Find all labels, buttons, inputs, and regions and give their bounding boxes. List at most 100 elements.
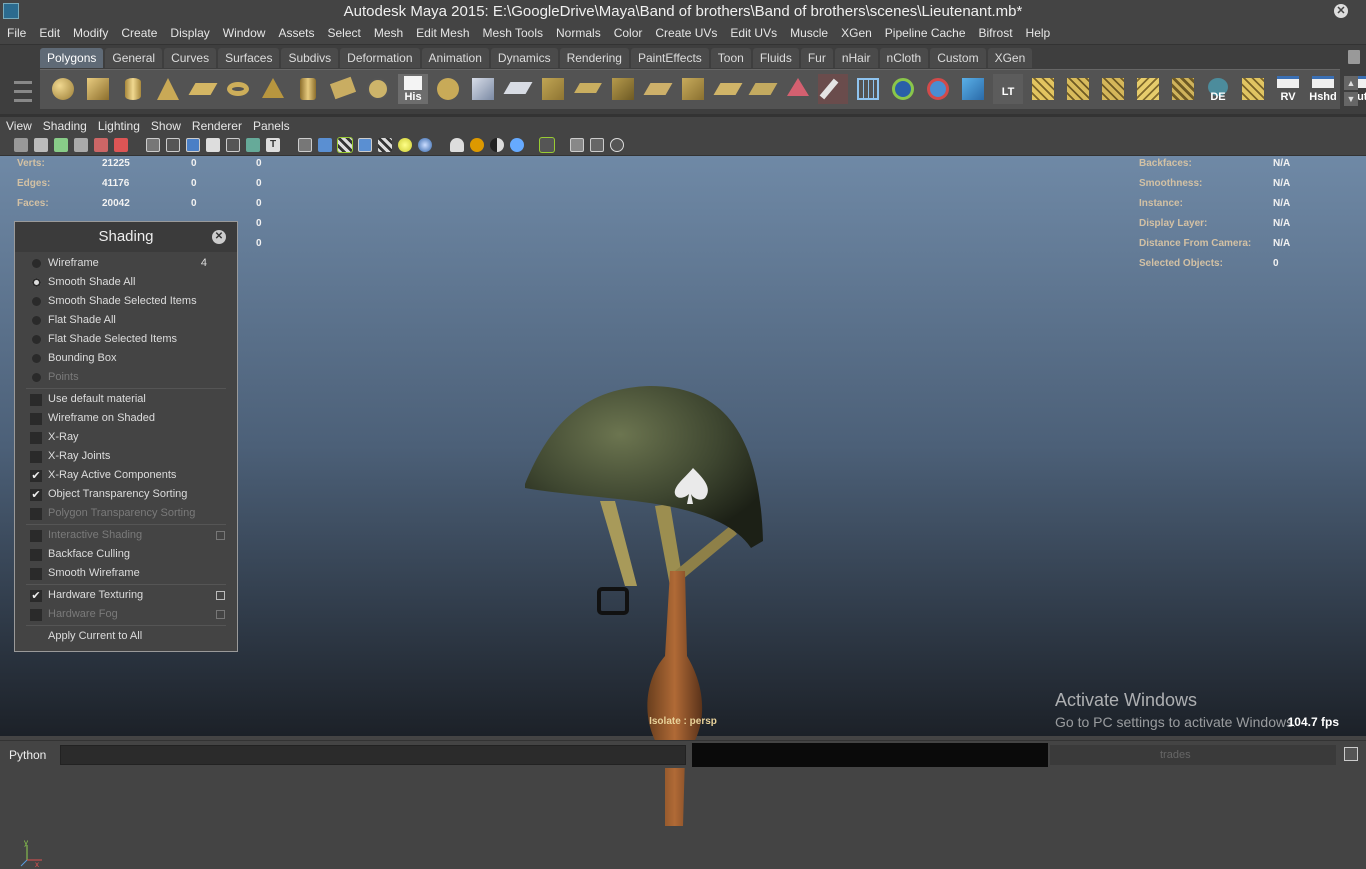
- poly-pipe-icon[interactable]: [293, 74, 323, 104]
- shading-option-wireframe[interactable]: Wireframe 4: [22, 254, 231, 273]
- mirror-icon[interactable]: [573, 74, 603, 104]
- menu-edit-mesh[interactable]: Edit Mesh: [409, 24, 475, 42]
- checkbox[interactable]: [30, 432, 42, 444]
- combine-icon[interactable]: [433, 74, 463, 104]
- shading-option-wireframe-on-shaded[interactable]: Wireframe on Shaded: [22, 409, 231, 428]
- checkbox[interactable]: [30, 549, 42, 561]
- checkbox[interactable]: [30, 568, 42, 580]
- film-gate-icon[interactable]: [166, 138, 180, 152]
- shelf-tab-ncloth[interactable]: nCloth: [879, 48, 929, 68]
- shelf-tab-fur[interactable]: Fur: [800, 48, 833, 68]
- poly-torus-icon[interactable]: [223, 74, 253, 104]
- panel-menu-view[interactable]: View: [0, 117, 37, 135]
- poly-cylinder-icon[interactable]: [118, 74, 148, 104]
- sculpt-brush-icon[interactable]: [818, 74, 848, 104]
- lt-icon[interactable]: LT: [993, 74, 1023, 104]
- menu-color[interactable]: Color: [607, 24, 649, 42]
- shelf-scroll-up-icon[interactable]: ▲: [1344, 76, 1358, 90]
- panel-menu-lighting[interactable]: Lighting: [92, 117, 145, 135]
- field-chart-icon[interactable]: [226, 138, 240, 152]
- script-editor-icon[interactable]: [1344, 747, 1358, 761]
- resolution-gate-icon[interactable]: [186, 138, 200, 152]
- menu-modify[interactable]: Modify: [66, 24, 114, 42]
- camera-attributes-icon[interactable]: [34, 138, 48, 152]
- separate-icon[interactable]: [468, 74, 498, 104]
- shelf-tab-rendering[interactable]: Rendering: [559, 48, 629, 68]
- checkbox[interactable]: [30, 451, 42, 463]
- grease-pencil-icon[interactable]: [114, 138, 128, 152]
- shading-option-use-default-material[interactable]: Use default material: [22, 390, 231, 409]
- poly-pyramid-icon[interactable]: [258, 74, 288, 104]
- rv-icon[interactable]: RV: [1273, 74, 1303, 104]
- bookmarks-icon[interactable]: [54, 138, 68, 152]
- safe-action-icon[interactable]: [246, 138, 260, 152]
- radio-button[interactable]: [32, 335, 41, 344]
- menu-display[interactable]: Display: [163, 24, 215, 42]
- shading-option-smooth-shade-all[interactable]: Smooth Shade All: [22, 273, 231, 292]
- anti-aliasing-icon[interactable]: [490, 138, 504, 152]
- option-box-icon[interactable]: [216, 591, 225, 600]
- extract-icon[interactable]: [503, 74, 533, 104]
- shading-option-bounding-box[interactable]: Bounding Box: [22, 349, 231, 368]
- hshd-icon[interactable]: Hshd: [1308, 74, 1338, 104]
- offset-edge-loop-icon[interactable]: [783, 74, 813, 104]
- shading-option-object-transparency-sorting[interactable]: ✔ Object Transparency Sorting: [22, 485, 231, 504]
- radio-button[interactable]: [32, 316, 41, 325]
- depth-of-field-icon[interactable]: [510, 138, 524, 152]
- menu-create-uvs[interactable]: Create UVs: [648, 24, 723, 42]
- radio-button[interactable]: [32, 278, 41, 287]
- menu-edit[interactable]: Edit: [32, 24, 66, 42]
- insert-edge-loop-icon[interactable]: [748, 74, 778, 104]
- shelf-tab-curves[interactable]: Curves: [164, 48, 217, 68]
- shading-option-backface-culling[interactable]: Backface Culling: [22, 545, 231, 564]
- menu-normals[interactable]: Normals: [549, 24, 607, 42]
- shading-option-flat-shade-selected-items[interactable]: Flat Shade Selected Items: [22, 330, 231, 349]
- uv-unfold-icon[interactable]: [1238, 74, 1268, 104]
- poly-helix-icon[interactable]: [328, 74, 358, 104]
- menu-bifrost[interactable]: Bifrost: [972, 24, 1019, 42]
- checkbox[interactable]: [30, 394, 42, 406]
- shelf-tab-toon[interactable]: Toon: [710, 48, 751, 68]
- panel-menu-panels[interactable]: Panels: [247, 117, 295, 135]
- radio-button[interactable]: [32, 297, 41, 306]
- gate-mask-icon[interactable]: [206, 138, 220, 152]
- use-all-lights-icon[interactable]: [378, 138, 392, 152]
- menu-assets[interactable]: Assets: [271, 24, 320, 42]
- shelf-tab-nhair[interactable]: nHair: [834, 48, 878, 68]
- screen-space-ao-icon[interactable]: [450, 138, 464, 152]
- isolate-select-icon[interactable]: [540, 138, 554, 152]
- checkbox[interactable]: ✔: [30, 590, 42, 602]
- wireframe-on-shaded-icon[interactable]: [358, 138, 372, 152]
- shading-option-smooth-shade-selected-items[interactable]: Smooth Shade Selected Items: [22, 292, 231, 311]
- shelf-tab-deformation[interactable]: Deformation: [340, 48, 420, 68]
- checkbox[interactable]: [30, 413, 42, 425]
- menu-pipeline-cache[interactable]: Pipeline Cache: [878, 24, 972, 42]
- menu-window[interactable]: Window: [216, 24, 272, 42]
- menu-create[interactable]: Create: [114, 24, 163, 42]
- safe-title-icon[interactable]: T: [266, 138, 280, 152]
- uv-grid-icon[interactable]: [853, 74, 883, 104]
- close-window-icon[interactable]: ✕: [1334, 4, 1348, 18]
- menu-mesh-tools[interactable]: Mesh Tools: [476, 24, 549, 42]
- shelf-grip-icon[interactable]: [12, 75, 34, 115]
- select-camera-icon[interactable]: [14, 138, 28, 152]
- menu-edit-uvs[interactable]: Edit UVs: [723, 24, 783, 42]
- xray-active-icon[interactable]: [590, 138, 604, 152]
- normals-icon[interactable]: [923, 74, 953, 104]
- panel-menu-renderer[interactable]: Renderer: [186, 117, 247, 135]
- shelf-tab-surfaces[interactable]: Surfaces: [218, 48, 280, 68]
- default-light-icon[interactable]: [398, 138, 412, 152]
- command-input[interactable]: [60, 745, 686, 765]
- menu-file[interactable]: File: [0, 24, 32, 42]
- shelf-tab-xgen[interactable]: XGen: [987, 48, 1033, 68]
- smooth-icon[interactable]: [538, 74, 568, 104]
- close-panel-icon[interactable]: ✕: [212, 230, 226, 244]
- checkbox[interactable]: ✔: [30, 470, 42, 482]
- uv-cylindrical-icon[interactable]: [1098, 74, 1128, 104]
- menu-help[interactable]: Help: [1019, 24, 1057, 42]
- radio-button[interactable]: [32, 259, 41, 268]
- shading-option-x-ray[interactable]: X-Ray: [22, 428, 231, 447]
- shelf-tab-subdivs[interactable]: Subdivs: [281, 48, 339, 68]
- checkbox[interactable]: ✔: [30, 489, 42, 501]
- shelf-tab-custom[interactable]: Custom: [930, 48, 986, 68]
